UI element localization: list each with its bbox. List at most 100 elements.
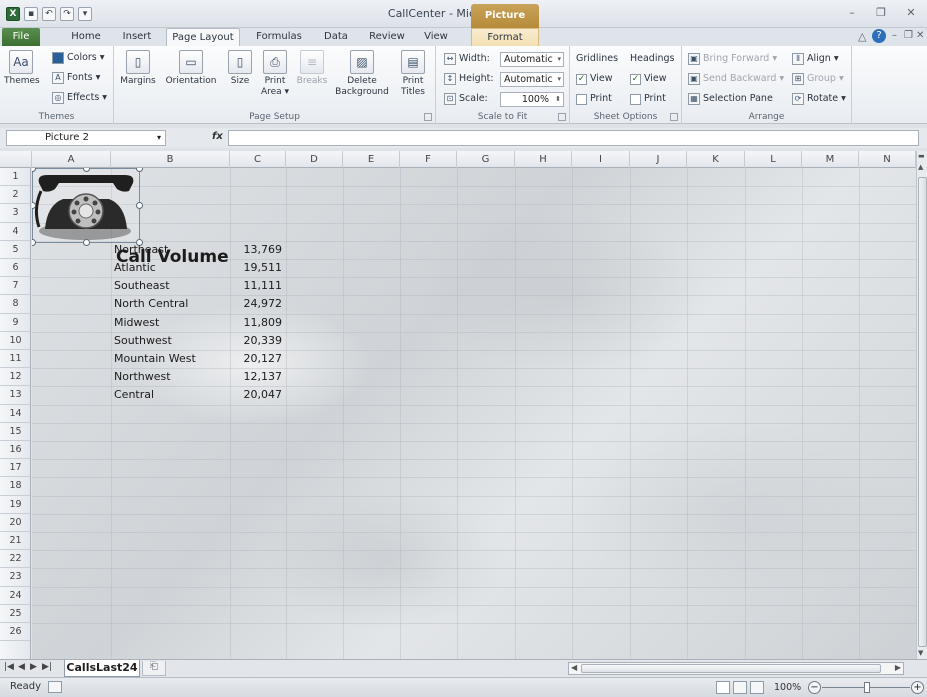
region-cell[interactable]: Southwest: [114, 332, 172, 350]
resize-handle[interactable]: [83, 239, 90, 246]
row-header[interactable]: 4: [0, 223, 30, 241]
row-header[interactable]: 13: [0, 386, 30, 405]
row-header[interactable]: 1: [0, 168, 30, 187]
rotate-button[interactable]: ⟳ Rotate ▾: [792, 91, 846, 107]
column-header[interactable]: C: [230, 151, 286, 168]
region-cell[interactable]: Atlantic: [114, 259, 156, 277]
column-header[interactable]: H: [515, 151, 572, 168]
workbook-close-icon[interactable]: ✕: [916, 30, 924, 41]
row-header[interactable]: 21: [0, 532, 30, 551]
gridlines-view-checkbox[interactable]: ✓ View: [576, 71, 613, 87]
column-header[interactable]: A: [32, 151, 111, 168]
minimize-ribbon-icon[interactable]: △: [858, 30, 866, 43]
calls-cell[interactable]: 12,137: [202, 368, 283, 386]
prev-sheet-icon[interactable]: ◀: [18, 662, 25, 672]
row-header[interactable]: 24: [0, 587, 30, 605]
calls-cell[interactable]: 19,511: [202, 259, 283, 277]
row-header[interactable]: 19: [0, 496, 30, 514]
row-header[interactable]: 7: [0, 277, 30, 296]
page-layout-view-icon[interactable]: [733, 681, 747, 694]
selection-pane-button[interactable]: ▦ Selection Pane: [688, 91, 773, 107]
size-button[interactable]: ▯ Size: [226, 50, 254, 87]
column-header[interactable]: L: [745, 151, 802, 168]
bring-forward-button[interactable]: ▣ Bring Forward ▾: [688, 51, 777, 67]
first-sheet-icon[interactable]: |◀: [4, 662, 14, 672]
formula-input[interactable]: [228, 130, 919, 146]
send-backward-button[interactable]: ▣ Send Backward ▾: [688, 71, 784, 87]
scroll-right-icon[interactable]: ▶: [895, 663, 901, 672]
margins-button[interactable]: ▯ Margins: [120, 50, 156, 87]
name-box[interactable]: Picture 2 ▾: [6, 130, 166, 146]
next-sheet-icon[interactable]: ▶: [30, 662, 37, 672]
calls-cell[interactable]: 11,809: [202, 314, 283, 332]
row-header[interactable]: 25: [0, 605, 30, 623]
delete-background-button[interactable]: ▨ Delete Background: [334, 50, 390, 98]
vertical-scroll-thumb[interactable]: [918, 177, 927, 647]
zoom-out-icon[interactable]: −: [808, 681, 821, 694]
row-header[interactable]: 23: [0, 568, 30, 587]
row-header[interactable]: 6: [0, 259, 30, 278]
tab-page-layout[interactable]: Page Layout: [166, 28, 240, 46]
calls-cell[interactable]: 20,047: [202, 386, 283, 404]
page-break-view-icon[interactable]: [750, 681, 764, 694]
scroll-down-icon[interactable]: ▼: [918, 649, 923, 657]
region-cell[interactable]: Central: [114, 386, 154, 404]
orientation-button[interactable]: ▭ Orientation: [162, 50, 220, 87]
row-header[interactable]: 8: [0, 295, 30, 314]
scroll-up-icon[interactable]: ▲: [918, 163, 923, 171]
horizontal-scrollbar[interactable]: ◀ ▶: [568, 662, 904, 675]
horizontal-scroll-thumb[interactable]: [581, 664, 881, 673]
calls-cell[interactable]: 13,769: [202, 241, 283, 259]
restore-icon[interactable]: ❐: [872, 6, 890, 20]
zoom-level[interactable]: 100%: [774, 682, 801, 693]
close-icon[interactable]: ✕: [902, 6, 920, 20]
tab-review[interactable]: Review: [362, 28, 412, 46]
row-header[interactable]: 20: [0, 514, 30, 532]
column-header[interactable]: I: [572, 151, 630, 168]
themes-button[interactable]: Aa Themes: [4, 50, 40, 87]
row-header[interactable]: 26: [0, 623, 30, 642]
headings-view-checkbox[interactable]: ✓ View: [630, 71, 667, 87]
row-header[interactable]: 15: [0, 423, 30, 441]
row-header[interactable]: 9: [0, 314, 30, 332]
fonts-button[interactable]: A Fonts ▾: [52, 70, 100, 86]
tab-file[interactable]: File: [2, 28, 40, 46]
print-titles-button[interactable]: ▤ Print Titles: [396, 50, 430, 98]
column-header[interactable]: F: [400, 151, 457, 168]
tab-home[interactable]: Home: [66, 28, 106, 46]
row-header[interactable]: 22: [0, 550, 30, 569]
calls-cell[interactable]: 20,339: [202, 332, 283, 350]
align-button[interactable]: ⫴ Align ▾: [792, 51, 839, 67]
region-cell[interactable]: Midwest: [114, 314, 159, 332]
scale-spinner[interactable]: 100% ⬍: [500, 92, 564, 107]
column-header[interactable]: B: [111, 151, 230, 168]
width-select[interactable]: Automatic ▾: [500, 52, 564, 67]
select-all-corner[interactable]: [0, 151, 32, 168]
sheet-options-launcher-icon[interactable]: [670, 113, 678, 121]
tab-view[interactable]: View: [418, 28, 454, 46]
group-button[interactable]: ⊞ Group ▾: [792, 71, 844, 87]
scroll-left-icon[interactable]: ◀: [571, 663, 577, 672]
tab-formulas[interactable]: Formulas: [250, 28, 308, 46]
column-header[interactable]: J: [630, 151, 687, 168]
effects-button[interactable]: ◎ Effects ▾: [52, 90, 107, 106]
row-header[interactable]: 14: [0, 405, 30, 423]
row-header[interactable]: 5: [0, 241, 30, 259]
sheet-tab-callslast24[interactable]: CallsLast24: [64, 660, 140, 677]
telephone-picture[interactable]: [32, 168, 143, 246]
resize-handle[interactable]: [32, 239, 36, 246]
row-header[interactable]: 10: [0, 332, 30, 350]
worksheet-grid[interactable]: Call Volume Northeast 13,769 Atlantic 19,51…: [32, 168, 916, 659]
minimize-icon[interactable]: –: [843, 6, 861, 20]
row-header[interactable]: 18: [0, 477, 30, 496]
headings-print-checkbox[interactable]: Print: [630, 91, 666, 107]
colors-button[interactable]: Colors ▾: [52, 50, 105, 66]
row-header[interactable]: 11: [0, 350, 30, 369]
workbook-minimize-icon[interactable]: –: [892, 30, 897, 41]
column-header[interactable]: D: [286, 151, 343, 168]
column-header[interactable]: K: [687, 151, 745, 168]
resize-handle[interactable]: [136, 202, 143, 209]
split-box-icon[interactable]: ▬: [918, 152, 925, 160]
normal-view-icon[interactable]: [716, 681, 730, 694]
height-select[interactable]: Automatic ▾: [500, 72, 564, 87]
